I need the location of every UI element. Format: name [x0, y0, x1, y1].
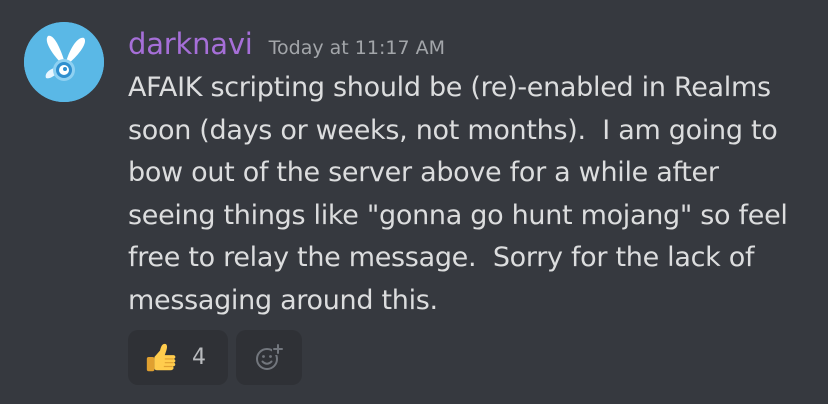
message-header: darknavi Today at 11:17 AM [128, 24, 445, 64]
timestamp: Today at 11:17 AM [268, 37, 445, 59]
reaction-thumbs-up[interactable]: 4 [128, 330, 228, 385]
message-line: messaging around this. [128, 284, 438, 316]
reactions-bar: 4 [128, 330, 302, 385]
message-line: soon (days or weeks, not months). I am g… [128, 114, 778, 146]
message-line: AFAIK scripting should be (re)-enabled i… [128, 72, 771, 103]
message-line: seeing things like "gonna go hunt mojang… [128, 199, 788, 231]
message-content: AFAIK scripting should be (re)-enabled i… [128, 67, 808, 322]
fairy-avatar-icon [24, 22, 104, 102]
chat-message: darknavi Today at 11:17 AM AFAIK scripti… [0, 0, 828, 404]
add-reaction-button[interactable] [236, 330, 302, 385]
reaction-count: 4 [192, 345, 206, 370]
message-line: free to relay the message. Sorry for the… [128, 242, 755, 273]
thumbs-up-icon [146, 343, 176, 371]
add-reaction-icon [256, 342, 284, 370]
message-line: bow out of the server above for a while … [128, 157, 719, 188]
avatar[interactable] [24, 22, 104, 102]
username[interactable]: darknavi [128, 24, 253, 64]
